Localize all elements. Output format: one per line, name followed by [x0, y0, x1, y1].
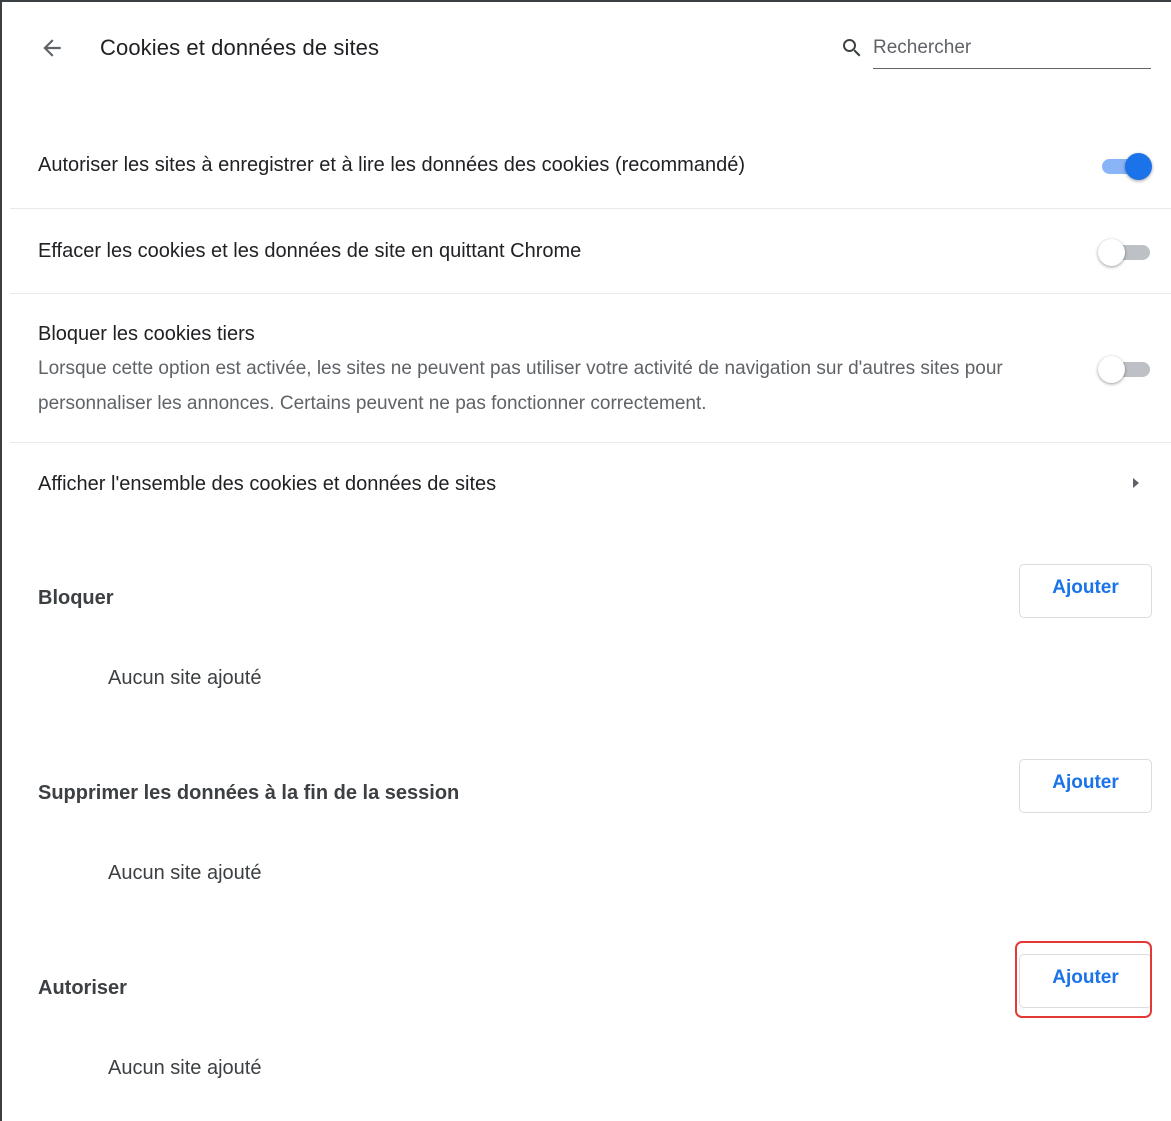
setting-row-allow-cookies: Autoriser les sites à enregistrer et à l… — [10, 122, 1171, 209]
block-empty-text: Aucun site ajouté — [108, 667, 262, 689]
toggle-knob — [1098, 356, 1125, 383]
clear-on-exit-empty-text: Aucun site ajouté — [108, 862, 262, 884]
setting-description: Lorsque cette option est activée, les si… — [38, 358, 1003, 414]
add-block-site-button[interactable]: Ajouter — [1019, 564, 1152, 618]
setting-row-block-third-party: Bloquer les cookies tiers Lorsque cette … — [10, 294, 1171, 443]
settings-page: Cookies et données de sites Autoriser le… — [0, 0, 1171, 1121]
page-header: Cookies et données de sites — [2, 2, 1171, 94]
add-allow-site-button[interactable]: Ajouter — [1019, 954, 1152, 1008]
chevron-right-icon — [1133, 478, 1139, 488]
section-title-block: Bloquer — [38, 587, 114, 609]
section-title-clear-on-exit: Supprimer les données à la fin de la ses… — [38, 782, 460, 804]
setting-label: Autoriser les sites à enregistrer et à l… — [38, 154, 745, 176]
setting-label: Bloquer les cookies tiers — [38, 323, 255, 345]
clear-on-exit-toggle[interactable] — [1098, 237, 1152, 267]
add-clear-on-exit-site-button[interactable]: Ajouter — [1019, 759, 1152, 813]
setting-row-clear-on-exit: Effacer les cookies et les données de si… — [10, 209, 1171, 294]
page-title: Cookies et données de sites — [100, 35, 380, 60]
search-input[interactable] — [873, 28, 1151, 69]
allow-cookies-toggle[interactable] — [1098, 151, 1152, 181]
arrow-back-icon — [43, 39, 61, 57]
back-button[interactable] — [36, 32, 68, 64]
see-all-cookies-link[interactable]: Afficher l'ensemble des cookies et donné… — [10, 443, 1171, 525]
block-third-party-toggle[interactable] — [1098, 354, 1152, 384]
setting-label: Effacer les cookies et les données de si… — [38, 240, 582, 262]
setting-label: Afficher l'ensemble des cookies et donné… — [38, 473, 497, 495]
section-title-allow: Autoriser — [38, 977, 127, 999]
allow-empty-text: Aucun site ajouté — [108, 1057, 262, 1079]
toggle-knob — [1098, 239, 1125, 266]
toggle-knob — [1125, 153, 1152, 180]
search-icon — [843, 39, 861, 57]
